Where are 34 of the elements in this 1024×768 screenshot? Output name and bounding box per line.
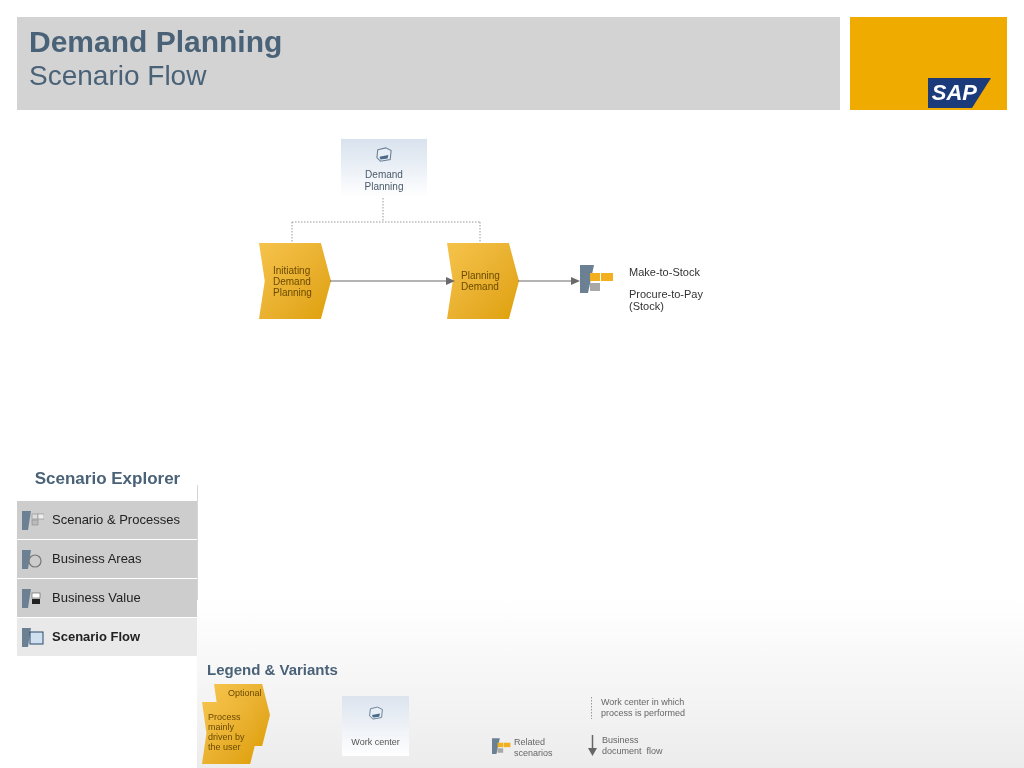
legend-title: Legend & Variants bbox=[207, 660, 338, 680]
value-icon bbox=[22, 588, 44, 608]
legend-label: Business document flow bbox=[602, 735, 664, 757]
related-scenario-icon bbox=[580, 263, 614, 293]
explorer-item[interactable]: Business Value bbox=[17, 579, 198, 617]
work-center-icon bbox=[367, 706, 384, 721]
flow-arrow bbox=[518, 276, 580, 286]
related-scenario-link[interactable]: Procure-to-Pay (Stock) bbox=[629, 288, 739, 312]
explorer-item-label: Scenario Flow bbox=[52, 628, 141, 647]
page-title: Demand Planning bbox=[29, 25, 284, 59]
explorer-item[interactable]: Scenario & Processes bbox=[17, 501, 198, 539]
sap-logo: SAP bbox=[927, 78, 991, 108]
page-subtitle: Scenario Flow bbox=[29, 59, 208, 93]
related-scenario-icon bbox=[492, 737, 511, 754]
process-step: Initiating Demand Planning bbox=[259, 243, 331, 319]
flow-icon bbox=[22, 627, 44, 647]
work-center-label: Demand Planning bbox=[363, 169, 405, 193]
legend-label: Work center bbox=[351, 736, 400, 749]
dotted-line-icon bbox=[590, 697, 593, 719]
explorer-item[interactable]: Scenario Flow bbox=[17, 618, 198, 656]
areas-icon bbox=[22, 549, 44, 569]
explorer-item-label: Business Areas bbox=[52, 550, 142, 569]
process-step: Planning Demand bbox=[447, 243, 519, 319]
work-center-icon bbox=[375, 147, 393, 163]
processes-icon bbox=[22, 510, 44, 530]
down-arrow-icon bbox=[588, 735, 597, 756]
explorer-item-label: Business Value bbox=[52, 589, 141, 608]
legend-label: Related scenarios bbox=[514, 737, 554, 759]
related-scenario-link[interactable]: Make-to-Stock bbox=[629, 266, 739, 278]
explorer-item[interactable]: Business Areas bbox=[17, 540, 198, 578]
user-process-step: Process mainly driven by the user bbox=[202, 702, 258, 764]
legend-label: Work center in which process is performed bbox=[601, 697, 687, 719]
explorer-title: Scenario Explorer bbox=[33, 468, 182, 490]
explorer-item-label: Scenario & Processes bbox=[52, 511, 180, 530]
